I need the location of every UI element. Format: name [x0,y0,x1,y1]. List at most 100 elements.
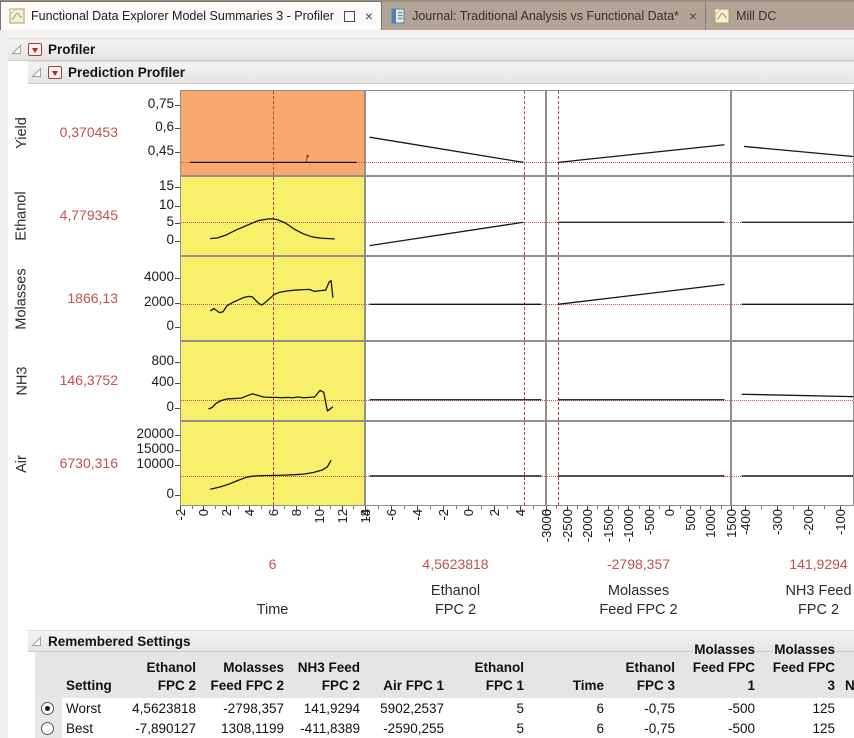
x-tick-label: 1000 [703,509,717,557]
x-minor-tick-mark [824,506,825,509]
profiler-cell-r4c1[interactable] [365,421,546,506]
tab-fde-profiler[interactable]: Functional Data Explorer Model Summaries… [0,1,382,30]
x-tick-label: 10 [312,509,326,557]
y-tick-label: 5 [116,214,174,229]
close-tab-icon[interactable]: × [689,9,697,23]
x-tick-label: -1500 [601,509,615,557]
response-current-value: 146,3752 [36,372,118,388]
y-tick-mark [175,450,180,451]
profiler-cell-r0c2[interactable] [546,90,731,176]
profiler-cell-r1c2[interactable] [546,176,731,256]
profile-curve [732,91,853,175]
close-tab-icon[interactable]: × [365,9,373,23]
window-background [0,30,854,38]
outline-title: Profiler [48,42,95,57]
table-cell: Best [62,718,120,738]
profile-curve [181,177,364,255]
x-minor-tick-mark [404,506,405,509]
y-tick-label: 0 [116,232,174,247]
x-minor-tick-mark [192,506,193,509]
y-tick-label: 0,45 [116,143,174,158]
profiler-cell-r4c0[interactable] [180,421,365,506]
response-name: Molasses [8,256,36,341]
y-tick-mark [175,435,180,436]
profiler-cell-r2c2[interactable] [546,256,731,341]
profiler-cell-r2c0[interactable] [180,256,365,341]
table-cell: -0,75 [610,698,681,718]
profiler-cell-r0c3[interactable] [731,90,854,176]
x-minor-tick-mark [215,506,216,509]
x-tick-label: -500 [642,509,656,557]
y-tick-mark [175,105,180,106]
disclosure-triangle-icon[interactable] [11,44,22,55]
profile-curve [732,422,853,505]
x-minor-tick-mark [577,506,578,509]
red-triangle-menu-icon[interactable] [28,43,42,56]
profiler-cell-r1c0[interactable] [180,176,365,256]
factor-current-value: 4,5623818 [386,556,526,572]
disclosure-triangle-icon[interactable] [31,67,42,78]
profile-curve [547,177,730,255]
y-tick-mark [175,152,180,153]
profiler-cell-r3c2[interactable] [546,341,731,421]
table-cell [841,698,854,718]
profiler-cell-r0c0[interactable]: ↑ [180,90,365,176]
profiler-cell-r4c2[interactable] [546,421,731,506]
outline-title: Prediction Profiler [68,65,185,80]
table-row: Best-7,8901271308,1199-411,8389-2590,255… [35,718,854,738]
profiler-cell-r2c3[interactable] [731,256,854,341]
profile-curve [366,422,545,505]
radio-cell[interactable] [35,718,62,738]
profiler-cell-r4c3[interactable] [731,421,854,506]
profiler-cell-r0c1[interactable] [365,90,546,176]
y-tick-mark [175,187,180,188]
table-header-cell: EthanolFPC 2 [120,652,202,698]
tab-journal[interactable]: Journal: Traditional Analysis vs Functio… [382,2,706,30]
profile-curve [181,91,364,175]
profiler-cell-r3c3[interactable] [731,341,854,421]
x-tick-label: -8 [358,509,372,557]
report-icon [9,8,25,24]
table-cell: -500 [681,698,761,718]
red-triangle-menu-icon[interactable] [48,66,62,79]
x-tick-label: -2000 [580,509,594,557]
profiler-cell-r3c1[interactable] [365,341,546,421]
x-minor-tick-mark [700,506,701,509]
factor-current-value: 6 [203,556,343,572]
x-minor-tick-mark [507,506,508,509]
x-tick-label: 8 [289,509,303,557]
x-tick-label: -400 [738,509,752,557]
profile-curve [547,342,730,420]
y-tick-mark [175,408,180,409]
factor-name: Time [203,578,343,620]
factor-current-value: 141,9294 [749,556,854,572]
profiler-cell-r1c1[interactable] [365,176,546,256]
x-minor-tick-mark [481,506,482,509]
report-icon [714,8,730,24]
table-cell: 1308,1199 [202,718,290,738]
table-cell: 5 [450,698,530,718]
tab-title: Functional Data Explorer Model Summaries… [31,9,334,23]
disclosure-triangle-icon[interactable] [31,636,42,647]
window-left-margin [0,38,8,738]
restore-window-icon[interactable] [344,11,355,22]
x-minor-tick-mark [721,506,722,509]
tab-mill[interactable]: Mill DC [706,2,854,30]
profiler-cell-r3c0[interactable] [180,341,365,421]
profile-curve [366,91,545,175]
radio-cell[interactable] [35,698,62,718]
profile-curve [547,91,730,175]
y-tick-mark [175,241,180,242]
response-current-value: 1866,13 [36,290,118,306]
profile-curve [366,342,545,420]
profiler-cell-r2c1[interactable] [365,256,546,341]
setting-radio-button[interactable] [41,702,54,715]
profile-curve [732,177,853,255]
y-tick-label: 4000 [116,269,174,284]
response-name: Air [8,421,36,506]
profiler-cell-r1c3[interactable] [731,176,854,256]
x-tick-label: -4 [410,509,424,557]
y-tick-mark [175,495,180,496]
setting-radio-button[interactable] [41,722,54,735]
x-tick-label: 4 [513,509,527,557]
